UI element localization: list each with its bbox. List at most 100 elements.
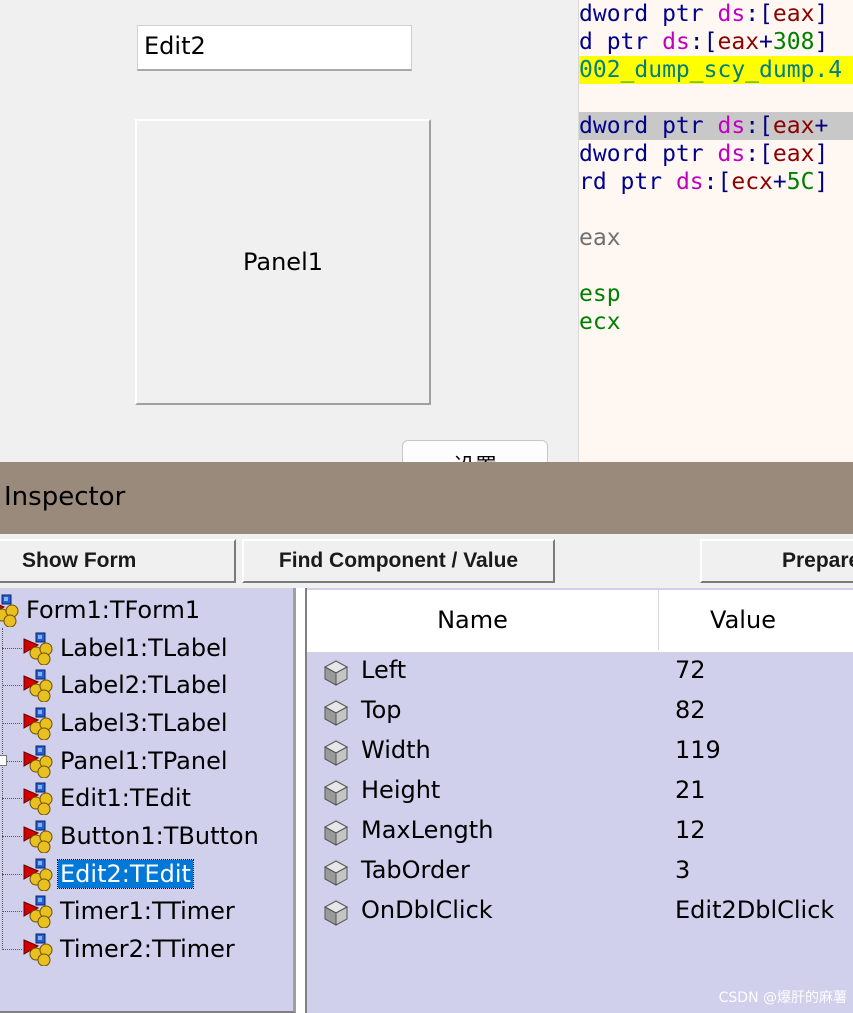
property-cube-icon	[321, 698, 351, 728]
component-icon	[22, 631, 56, 666]
component-tree[interactable]: Form1:TForm1 Label1:TLabel Label2:TLabel La…	[0, 588, 296, 1013]
code-line[interactable]: dword ptr ds:[eax]	[579, 0, 853, 28]
property-row[interactable]: OnDblClick Edit2DblClick	[307, 892, 853, 932]
code-token: +	[814, 113, 829, 139]
form-designer: Edit2 Panel1 设置	[0, 0, 578, 462]
code-token: dword ptr	[579, 113, 718, 139]
property-value[interactable]: 12	[675, 816, 706, 844]
header-value[interactable]: Value	[659, 590, 853, 650]
button1-caption: 设置	[453, 455, 497, 462]
property-name: TabOrder	[361, 856, 470, 884]
code-token: +	[759, 29, 773, 55]
code-line[interactable]: 002_dump_scy_dump.4	[579, 56, 853, 84]
prepare-button[interactable]: Prepare	[700, 539, 853, 583]
code-line[interactable]	[579, 196, 853, 224]
tree-item-button1[interactable]: Button1:TButton	[22, 818, 261, 854]
code-token: eax	[772, 1, 815, 27]
tree-item-label: Form1:TForm1	[26, 596, 201, 624]
code-token: rd ptr	[579, 169, 676, 195]
code-token: 5C	[786, 169, 815, 195]
code-token: ds	[717, 113, 746, 139]
code-token: dword ptr	[579, 141, 718, 167]
tree-item-label: Label3:TLabel	[60, 709, 228, 737]
code-token: +	[772, 169, 787, 195]
code-token: dword ptr	[579, 1, 718, 27]
code-line[interactable]: dword ptr ds:[eax]	[579, 140, 853, 168]
property-name: MaxLength	[361, 816, 494, 844]
property-cube-icon	[321, 658, 351, 688]
code-token: ]	[814, 141, 829, 167]
code-token: eax	[772, 141, 815, 167]
code-line[interactable]	[579, 252, 853, 280]
tree-item-timer2[interactable]: Timer2:TTimer	[22, 931, 237, 967]
tree-item-edit1[interactable]: Edit1:TEdit	[22, 780, 193, 816]
find-component-button[interactable]: Find Component / Value	[242, 539, 555, 583]
tree-item-label: Edit1:TEdit	[60, 784, 191, 812]
component-icon	[22, 894, 56, 929]
property-name: OnDblClick	[361, 896, 493, 924]
property-row[interactable]: MaxLength 12	[307, 812, 853, 852]
property-value[interactable]: 3	[675, 856, 690, 884]
property-row[interactable]: Height 21	[307, 772, 853, 812]
code-line[interactable]: eax	[579, 224, 853, 252]
property-name: Height	[361, 776, 441, 804]
code-token: ds	[662, 29, 690, 55]
component-icon	[22, 781, 56, 816]
inspector-toolbar: Show Form Find Component / Value Prepare	[0, 534, 853, 588]
property-value[interactable]: 72	[675, 656, 706, 684]
property-name: Top	[361, 696, 402, 724]
inspector-title: Inspector	[4, 482, 126, 512]
panel1[interactable]: Panel1	[135, 119, 431, 405]
component-icon	[22, 932, 56, 967]
tree-item-panel1[interactable]: Panel1:TPanel	[22, 743, 230, 779]
code-line[interactable]: dword ptr ds:[eax+	[579, 112, 853, 140]
tree-item-form1[interactable]: Form1:TForm1	[0, 592, 202, 628]
property-cube-icon	[321, 738, 351, 768]
property-cube-icon	[321, 898, 351, 928]
code-line[interactable]: rd ptr ds:[ecx+5C]	[579, 168, 853, 196]
tree-item-label1[interactable]: Label1:TLabel	[22, 630, 230, 666]
header-name[interactable]: Name	[307, 590, 659, 650]
component-icon	[22, 668, 56, 703]
edit2-field[interactable]: Edit2	[137, 25, 412, 71]
show-form-button[interactable]: Show Form	[0, 539, 236, 583]
component-icon	[22, 744, 56, 779]
tree-item-label: Timer1:TTimer	[60, 897, 235, 925]
property-row[interactable]: Top 82	[307, 692, 853, 732]
code-token: :[	[745, 141, 773, 167]
tree-connector	[2, 949, 22, 950]
tree-item-edit2[interactable]: Edit2:TEdit	[22, 856, 194, 892]
tree-connector	[2, 836, 22, 837]
tree-connector	[2, 723, 22, 724]
tree-item-label2[interactable]: Label2:TLabel	[22, 667, 230, 703]
code-line[interactable]: d ptr ds:[eax+308]	[579, 28, 853, 56]
tree-item-timer1[interactable]: Timer1:TTimer	[22, 893, 237, 929]
button1[interactable]: 设置	[402, 440, 548, 462]
tree-connector	[2, 874, 22, 875]
inspector-title-bar[interactable]: Inspector	[0, 462, 853, 534]
expand-toggle-icon[interactable]	[0, 755, 7, 766]
tree-item-label3[interactable]: Label3:TLabel	[22, 705, 230, 741]
property-value[interactable]: 21	[675, 776, 706, 804]
code-line[interactable]	[579, 84, 853, 112]
code-token: ds	[717, 1, 746, 27]
disassembly-view[interactable]: dword ptr ds:[eax] d ptr ds:[eax+308] 002_…	[578, 0, 853, 462]
property-value[interactable]: 119	[675, 736, 721, 764]
tree-connector	[2, 648, 22, 649]
property-cube-icon	[321, 778, 351, 808]
property-cube-icon	[321, 858, 351, 888]
tree-connector	[2, 685, 22, 686]
property-row[interactable]: Width 119	[307, 732, 853, 772]
property-value[interactable]: 82	[675, 696, 706, 724]
property-value[interactable]: Edit2DblClick	[675, 896, 834, 924]
properties-grid[interactable]: Name Value Left 72 Top 82 Width 119 Height 21 Ma…	[305, 588, 853, 1013]
property-row[interactable]: Left 72	[307, 652, 853, 692]
code-line[interactable]: ecx	[579, 308, 853, 336]
property-row[interactable]: TabOrder 3	[307, 852, 853, 892]
code-line[interactable]: esp	[579, 280, 853, 308]
component-icon	[22, 857, 56, 892]
form-icon	[0, 593, 22, 628]
tree-item-label: Label1:TLabel	[60, 634, 228, 662]
code-token: esp	[579, 281, 621, 307]
code-token: ecx	[731, 169, 773, 195]
